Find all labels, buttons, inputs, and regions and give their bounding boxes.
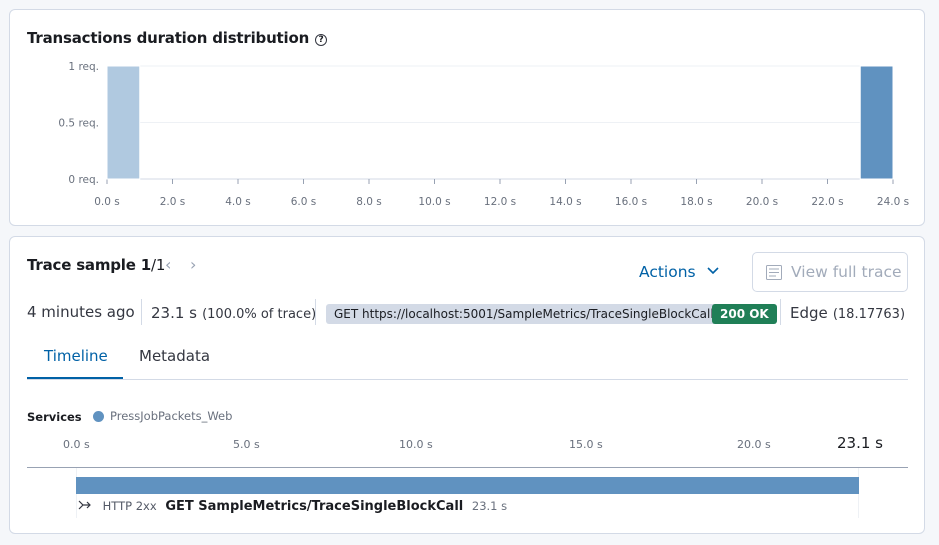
x-tick-label: 22.0 s — [811, 196, 843, 208]
tabs-divider — [27, 379, 908, 380]
y-tick-label: 0 req. — [68, 174, 99, 186]
timeline-tick: 5.0 s — [233, 438, 260, 451]
merge-arrows-icon — [78, 500, 91, 510]
x-tick-label: 2.0 s — [160, 196, 186, 208]
timeline-total: 23.1 s — [837, 434, 883, 452]
apm-trace-icon — [766, 264, 782, 280]
x-tick-label: 14.0 s — [549, 196, 581, 208]
x-tick-label: 16.0 s — [615, 196, 647, 208]
timeline-tick: 15.0 s — [569, 438, 603, 451]
y-tick-label: 1 req. — [68, 61, 99, 73]
x-tick-label: 10.0 s — [418, 196, 450, 208]
service-name: PressJobPackets_Web — [110, 409, 233, 423]
timeline-axis-line — [27, 467, 908, 468]
span-label[interactable]: HTTP 2xx GET SampleMetrics/TraceSingleBl… — [78, 499, 507, 514]
user-agent: Edge (18.17763) — [790, 304, 906, 322]
view-full-trace-button[interactable]: View full trace — [752, 252, 908, 292]
duration-distribution-panel: Transactions duration distribution? 0 re… — [9, 9, 925, 226]
x-tick-label: 6.0 s — [291, 196, 317, 208]
timeline-tick: 0.0 s — [63, 438, 90, 451]
x-tick-label: 8.0 s — [356, 196, 382, 208]
y-tick-label: 0.5 req. — [58, 118, 99, 130]
x-tick-label: 0.0 s — [94, 196, 120, 208]
status-badge: 200 OK — [712, 304, 777, 324]
tab-timeline[interactable]: Timeline — [44, 347, 108, 365]
chevron-down-icon — [706, 267, 719, 275]
timeline-tick: 10.0 s — [399, 438, 433, 451]
trace-duration: 23.1 s (100.0% of trace) — [151, 304, 317, 322]
x-tick-label: 18.0 s — [680, 196, 712, 208]
request-url-badge: GET https://localhost:5001/SampleMetrics… — [326, 304, 722, 324]
histogram-bar-selected — [859, 65, 894, 180]
service-color-dot — [93, 411, 104, 422]
chevron-left-icon[interactable]: ‹ — [165, 255, 171, 274]
x-tick-label: 4.0 s — [225, 196, 251, 208]
actions-button[interactable]: Actions — [639, 263, 719, 281]
x-tick-label: 24.0 s — [877, 196, 909, 208]
x-tick-label: 20.0 s — [746, 196, 778, 208]
span-bar[interactable] — [76, 477, 859, 494]
chevron-right-icon[interactable]: › — [190, 255, 196, 274]
x-tick-label: 12.0 s — [484, 196, 516, 208]
time-ago: 4 minutes ago — [27, 303, 135, 321]
timeline-tick: 20.0 s — [737, 438, 771, 451]
trace-sample-panel: Trace sample 1/1 ‹ › Actions View full t… — [9, 236, 925, 534]
tab-metadata[interactable]: Metadata — [139, 347, 210, 365]
distribution-chart: 0 req. 0.5 req. 1 req. 0.0 s 2.0 s 4.0 s 6.0 s… — [58, 61, 909, 208]
histogram-bar — [106, 65, 141, 180]
trace-sample-title: Trace sample 1/1 — [27, 256, 166, 274]
services-label: Services — [27, 410, 82, 424]
